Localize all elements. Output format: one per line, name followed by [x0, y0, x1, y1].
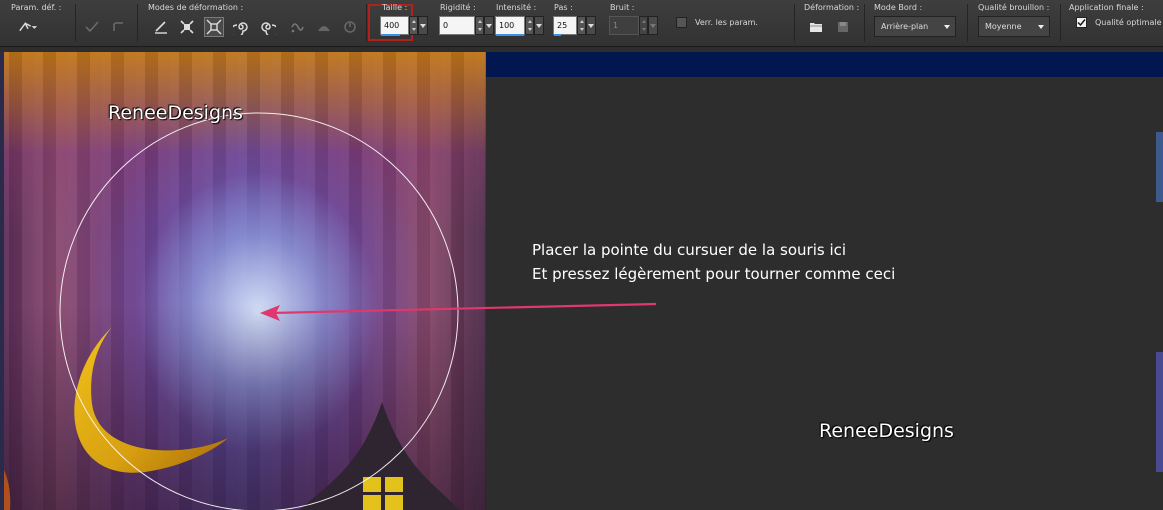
chevron-down-icon: [536, 23, 542, 28]
intensity-input[interactable]: 100: [495, 16, 525, 36]
intensity-dropdown[interactable]: [534, 16, 544, 35]
intensity-value: 100: [499, 21, 515, 30]
instruction-line-1: Placer la pointe du cursuer de la souris…: [532, 241, 847, 259]
noise-stepper[interactable]: [639, 16, 648, 35]
warp-preset-icon[interactable]: [18, 17, 38, 37]
background-strip: [486, 52, 1156, 77]
canvas-artwork: [0, 112, 460, 510]
push-icon[interactable]: [151, 17, 171, 37]
chevron-down-icon: [944, 25, 950, 29]
intensity-spinbox[interactable]: 100: [495, 16, 544, 37]
undo-icon[interactable]: [108, 17, 128, 37]
crescent-moon: [74, 327, 228, 473]
chevron-down-icon: [1038, 25, 1044, 29]
rigidity-input[interactable]: 0: [439, 16, 475, 35]
chevron-down-icon: [420, 23, 426, 28]
draft-quality-value: Moyenne: [985, 22, 1022, 31]
intensity-slider-fill: [496, 34, 524, 36]
open-folder-icon[interactable]: [806, 17, 826, 37]
instruction-line-2: Et pressez légèrement pour tourner comme…: [532, 265, 896, 283]
optimal-quality-checkbox[interactable]: [1076, 17, 1087, 28]
chevron-down-icon: [486, 23, 492, 28]
canvas-left-edge: [0, 52, 4, 510]
tool-options-bar: Param. déf. : Modes de déformation : Tai…: [0, 0, 1163, 47]
rigidity-stepper[interactable]: [475, 16, 484, 35]
rigidity-value: 0: [443, 21, 449, 30]
optimal-quality-label: Qualité optimale: [1095, 18, 1162, 27]
step-input[interactable]: 25: [553, 16, 577, 36]
iron-icon[interactable]: [314, 17, 334, 37]
expand-icon[interactable]: [177, 17, 197, 37]
canvas-watermark: ReneeDesigns: [108, 102, 243, 124]
step-label: Pas :: [554, 3, 573, 12]
draft-quality-select[interactable]: Moyenne: [978, 16, 1050, 37]
step-dropdown[interactable]: [586, 16, 596, 35]
rigidity-spinbox[interactable]: 0: [439, 16, 494, 37]
final-app-label: Application finale :: [1069, 3, 1144, 12]
size-label: Taille :: [382, 3, 408, 12]
separator: [75, 4, 76, 42]
step-stepper[interactable]: [577, 16, 586, 35]
separator: [967, 4, 968, 42]
noise-spinbox[interactable]: 1: [609, 16, 658, 37]
instruction-text: Placer la pointe du cursuer de la souris…: [532, 238, 895, 286]
size-stepper[interactable]: [409, 16, 418, 35]
draft-quality-label: Qualité brouillon :: [978, 3, 1050, 12]
step-slider-fill: [554, 34, 561, 36]
instruction-watermark: ReneeDesigns: [819, 420, 954, 442]
adjacent-window-sliver: [1156, 52, 1163, 510]
intensity-stepper[interactable]: [525, 16, 534, 35]
separator: [864, 4, 865, 42]
lock-params-checkbox[interactable]: [676, 17, 687, 28]
window-icon: [363, 477, 403, 510]
noise-dropdown[interactable]: [648, 16, 658, 35]
separator: [366, 4, 367, 42]
separator: [1060, 4, 1061, 42]
twirl-right-icon[interactable]: [231, 17, 251, 37]
noise-label: Bruit :: [610, 3, 635, 12]
noise-input[interactable]: 1: [609, 16, 639, 35]
deformation-label: Déformation :: [804, 3, 860, 12]
edge-mode-select[interactable]: Arrière-plan: [874, 16, 956, 37]
lock-params-label: Verr. les param.: [695, 18, 758, 27]
size-input[interactable]: 400: [380, 16, 409, 36]
size-value: 400: [384, 21, 400, 30]
modes-label: Modes de déformation :: [148, 3, 244, 12]
image-canvas[interactable]: ReneeDesigns: [0, 52, 486, 510]
noise-value: 1: [613, 21, 619, 30]
size-spinbox[interactable]: 400: [380, 16, 428, 37]
chevron-down-icon: [588, 23, 594, 28]
intensity-label: Intensité :: [496, 3, 537, 12]
twirl-left-icon[interactable]: [258, 17, 278, 37]
chevron-down-icon: [650, 23, 656, 28]
separator: [794, 4, 795, 42]
step-spinbox[interactable]: 25: [553, 16, 596, 37]
edge-mode-value: Arrière-plan: [881, 22, 929, 31]
checkmark-icon[interactable]: [82, 17, 102, 37]
edge-mode-label: Mode Bord :: [874, 3, 923, 12]
unwarp-icon[interactable]: [340, 17, 360, 37]
save-icon[interactable]: [833, 17, 853, 37]
size-slider-fill: [381, 34, 400, 36]
step-value: 25: [557, 21, 568, 30]
contract-icon[interactable]: [204, 17, 224, 37]
separator: [137, 4, 138, 42]
rigidity-label: Rigidité :: [440, 3, 476, 12]
noise-icon[interactable]: [287, 17, 307, 37]
size-dropdown[interactable]: [418, 16, 428, 35]
rigidity-dropdown[interactable]: [484, 16, 494, 35]
preset-label: Param. déf. :: [11, 3, 62, 12]
